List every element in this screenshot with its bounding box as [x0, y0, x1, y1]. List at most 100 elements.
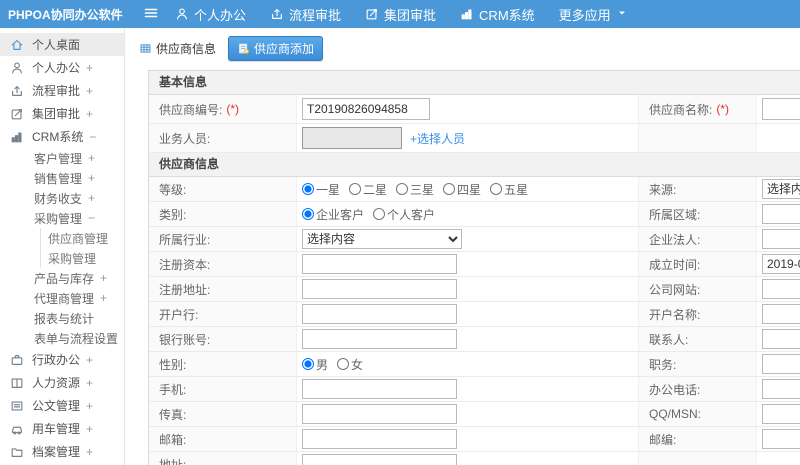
text-input[interactable] [762, 304, 800, 324]
radio-input[interactable] [396, 183, 409, 195]
field-label-text: 邮编: [649, 432, 677, 447]
topnav-item-1[interactable]: 个人办公 [175, 5, 246, 24]
text-input[interactable] [762, 354, 800, 374]
radio-input[interactable] [373, 208, 386, 220]
tab-1[interactable]: 供应商信息 [135, 37, 220, 60]
text-input[interactable] [762, 229, 800, 249]
radio-option[interactable]: 女 [337, 356, 363, 373]
radio-input[interactable] [443, 183, 456, 195]
radio-input[interactable] [349, 183, 362, 195]
radio-option[interactable]: 二星 [349, 181, 387, 198]
radio-input[interactable] [302, 183, 314, 195]
form-add-icon [237, 42, 250, 55]
radio-option-label: 二星 [363, 182, 388, 197]
topnav-item-5[interactable]: 更多应用 [559, 5, 628, 24]
expand-plus-icon[interactable]: + [86, 422, 93, 436]
text-input[interactable] [302, 454, 457, 465]
sidebar-item[interactable]: 人力资源 + [0, 371, 124, 394]
collapse-minus-icon[interactable]: − [88, 211, 95, 225]
text-input[interactable] [302, 279, 457, 299]
text-input[interactable] [762, 204, 800, 224]
sidebar-item[interactable]: CRM系统 − [0, 125, 124, 148]
expand-plus-icon[interactable]: + [86, 376, 93, 390]
sidebar-item[interactable]: 产品与库存 + [0, 268, 124, 288]
expand-plus-icon[interactable]: + [86, 353, 93, 367]
text-input[interactable] [762, 379, 800, 399]
text-input[interactable] [762, 279, 800, 299]
field-label-text: 业务人员: [159, 131, 211, 146]
tab-2[interactable]: 供应商添加 [228, 35, 324, 61]
collapse-minus-icon[interactable]: − [89, 130, 96, 144]
text-input[interactable] [302, 254, 457, 274]
radio-option[interactable]: 四星 [443, 181, 481, 198]
topnav-item-3[interactable]: 集团审批 [365, 5, 436, 24]
radio-input[interactable] [302, 208, 314, 220]
text-input[interactable] [762, 429, 800, 449]
sidebar-item[interactable]: 代理商管理 + [0, 288, 124, 308]
sidebar-item-label: 集团审批 [32, 107, 81, 121]
expand-plus-icon[interactable]: + [86, 445, 93, 459]
text-input[interactable] [762, 254, 800, 274]
topnav-item-4[interactable]: CRM系统 [460, 5, 535, 24]
choose-person-link[interactable]: +选择人员 [410, 130, 465, 147]
field-label: 成立时间: [638, 252, 756, 276]
text-input[interactable] [302, 329, 457, 349]
radio-option[interactable]: 男 [302, 356, 328, 373]
person-picker-input[interactable] [302, 127, 402, 149]
topnav-item-2[interactable]: 流程审批 [270, 5, 341, 24]
radio-input[interactable] [337, 358, 350, 370]
radio-option[interactable]: 五星 [490, 181, 528, 198]
sidebar-item[interactable]: 个人桌面 [0, 33, 124, 56]
radio-option[interactable]: 一星 [302, 181, 340, 198]
field-label-text: 注册地址: [159, 282, 211, 297]
text-input[interactable] [302, 429, 457, 449]
sidebar-item[interactable]: 财务收支 + [0, 188, 124, 208]
sidebar-item[interactable]: 采购管理 [0, 248, 124, 268]
expand-plus-icon[interactable]: + [88, 191, 95, 205]
sidebar-item[interactable]: 采购管理 − [0, 208, 124, 228]
select-input[interactable]: 选择内容 [302, 229, 462, 249]
sidebar-item[interactable]: 销售管理 + [0, 168, 124, 188]
sidebar-item[interactable]: 公文管理 + [0, 394, 124, 417]
text-input[interactable] [762, 404, 800, 424]
radio-input[interactable] [490, 183, 503, 195]
sidebar-item[interactable]: 流程审批 + [0, 79, 124, 102]
text-input[interactable] [762, 98, 800, 120]
expand-plus-icon[interactable]: + [86, 399, 93, 413]
radio-option[interactable]: 企业客户 [302, 206, 364, 223]
sidebar-item[interactable]: 客户管理 + [0, 148, 124, 168]
sidebar-item[interactable]: 报表与统计 [0, 308, 124, 328]
sidebar-item[interactable]: 行政办公 + [0, 348, 124, 371]
text-input[interactable] [302, 304, 457, 324]
select-input[interactable]: 选择内容 [762, 179, 800, 199]
menu-toggle-button[interactable] [143, 5, 159, 24]
sidebar-item-label: 销售管理 [34, 171, 83, 186]
text-input[interactable] [302, 404, 457, 424]
field-label: QQ/MSN: [638, 402, 756, 426]
text-input[interactable] [302, 98, 430, 120]
sidebar-item[interactable]: 集团审批 + [0, 102, 124, 125]
expand-plus-icon[interactable]: + [88, 151, 95, 165]
expand-plus-icon[interactable]: + [100, 271, 107, 285]
field-cell [756, 402, 800, 426]
sidebar-item[interactable]: 供应商管理 [0, 228, 124, 248]
expand-plus-icon[interactable]: + [86, 61, 93, 75]
sidebar-item-label: 用车管理 [32, 422, 81, 436]
sidebar-item[interactable]: 个人办公 + [0, 56, 124, 79]
radio-group: 一星 二星 三星 四星 五星 [302, 181, 528, 198]
expand-plus-icon[interactable]: + [86, 107, 93, 121]
field-label-text: 性别: [159, 357, 187, 372]
sidebar-item[interactable]: 表单与流程设置+ [0, 328, 124, 348]
expand-plus-icon[interactable]: + [86, 84, 93, 98]
radio-option[interactable]: 个人客户 [373, 206, 435, 223]
radio-option-label: 个人客户 [387, 207, 436, 222]
text-input[interactable] [302, 379, 457, 399]
sidebar-item[interactable]: 档案管理 + [0, 440, 124, 463]
sidebar-item[interactable]: 用车管理 + [0, 417, 124, 440]
field-label: 所属行业: [149, 227, 296, 251]
expand-plus-icon[interactable]: + [100, 291, 107, 305]
expand-plus-icon[interactable]: + [88, 171, 95, 185]
radio-input[interactable] [302, 358, 314, 370]
radio-option[interactable]: 三星 [396, 181, 434, 198]
text-input[interactable] [762, 329, 800, 349]
